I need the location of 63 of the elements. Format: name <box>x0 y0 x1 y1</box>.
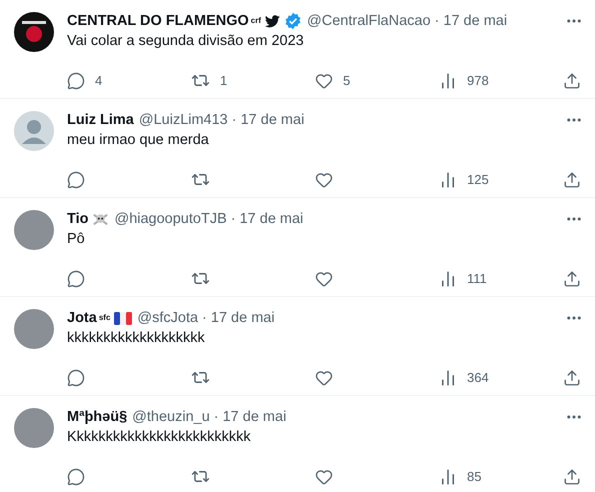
user-handle[interactable]: @theuzin_u <box>132 408 210 426</box>
reply-icon[interactable] <box>67 270 85 288</box>
bird-icon <box>265 14 280 28</box>
name-suffix: sfc <box>98 312 110 324</box>
views-count: 85 <box>467 468 482 486</box>
separator-dot: · <box>434 12 440 30</box>
tweet-text: Kkkkkkkkkkkkkkkkkkkkkkkkk <box>67 428 252 447</box>
tweet-text: Vai colar a segunda divisão em 2023 <box>67 32 305 51</box>
tweet-text: meu irmao que merda <box>67 131 210 150</box>
flag-icon <box>114 312 132 324</box>
views-icon[interactable] <box>439 368 457 387</box>
club-logo-avatar[interactable] <box>14 12 54 52</box>
user-handle[interactable]: @sfcJota <box>137 309 198 327</box>
views-icon[interactable] <box>439 468 457 486</box>
separator-dot: · <box>214 408 219 426</box>
reply-icon[interactable] <box>67 170 85 189</box>
reply-icon[interactable] <box>67 468 85 486</box>
views-count: 364 <box>467 369 489 387</box>
separator-dot: · <box>230 210 236 228</box>
avatar-photo-placeholder[interactable] <box>14 408 54 448</box>
name-suffix: crf <box>250 15 262 27</box>
like-icon[interactable] <box>315 170 333 189</box>
display-name[interactable]: Tio <box>67 210 88 228</box>
display-name[interactable]: Mªþhəü§ <box>67 408 128 426</box>
share-icon[interactable] <box>563 468 581 486</box>
views-icon[interactable] <box>439 72 457 90</box>
display-name[interactable]: Jota <box>67 309 97 327</box>
user-handle[interactable]: @CentralFlaNacao <box>307 12 431 30</box>
avatar-photo-placeholder[interactable] <box>14 309 54 349</box>
like-icon[interactable] <box>315 72 333 90</box>
user-handle[interactable]: @LuizLim413 <box>138 111 228 129</box>
separator-dot: · <box>202 309 207 327</box>
tweet-text: Pô <box>67 230 86 249</box>
post-date[interactable]: 17 de mai <box>240 210 304 228</box>
like-icon[interactable] <box>315 270 333 288</box>
reply-icon[interactable] <box>67 72 85 90</box>
like-count: 5 <box>343 72 350 90</box>
display-name[interactable]: Luiz Lima <box>67 111 134 129</box>
display-name[interactable]: CENTRAL DO FLAMENGO <box>67 12 249 30</box>
retweet-count: 1 <box>220 72 228 90</box>
reply-count: 4 <box>95 72 102 90</box>
avatar-photo-placeholder[interactable] <box>14 210 54 250</box>
user-handle[interactable]: @hiagooputoTJB <box>114 210 227 228</box>
reply-icon[interactable] <box>67 368 85 387</box>
share-icon[interactable] <box>563 368 581 387</box>
post-date[interactable]: 17 de mai <box>240 111 304 129</box>
like-icon[interactable] <box>315 368 333 387</box>
views-count: 125 <box>467 171 489 189</box>
views-icon[interactable] <box>439 270 457 288</box>
share-icon[interactable] <box>563 72 581 90</box>
share-icon[interactable] <box>563 170 581 189</box>
share-icon[interactable] <box>563 270 581 288</box>
post-date[interactable]: 17 de mai <box>222 408 286 426</box>
separator-dot: · <box>232 111 237 129</box>
post-date[interactable]: 17 de mai <box>210 309 275 327</box>
post-date[interactable]: 17 de mai <box>443 12 508 30</box>
tweet-text: kkkkkkkkkkkkkkkkkkk <box>67 329 206 348</box>
views-count: 978 <box>467 72 489 90</box>
like-icon[interactable] <box>315 468 333 486</box>
default-avatar[interactable] <box>14 111 54 151</box>
views-icon[interactable] <box>439 170 457 189</box>
verified-badge-icon <box>284 12 302 30</box>
views-count: 111 <box>467 270 487 288</box>
